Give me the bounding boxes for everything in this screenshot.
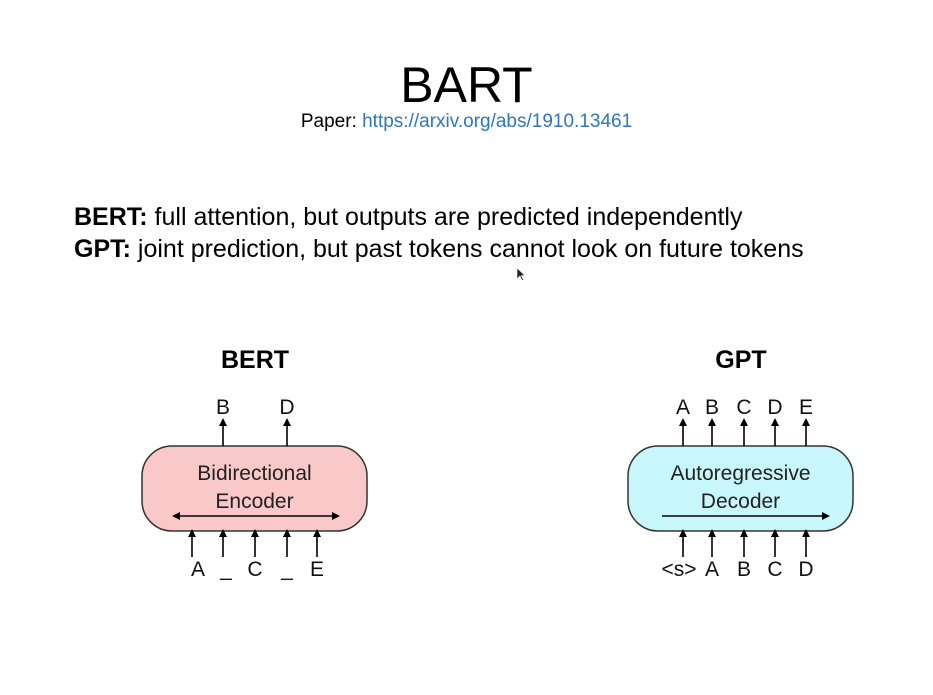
- bert-box-line1: Bidirectional: [197, 462, 312, 485]
- bullet-gpt-text: joint prediction, but past tokens cannot…: [130, 235, 804, 263]
- gpt-output-token: E: [798, 396, 813, 419]
- bert-diagram-title: BERT: [220, 346, 290, 374]
- paper-link[interactable]: https://arxiv.org/abs/1910.13461: [362, 111, 632, 132]
- bullet-gpt-term: GPT:: [74, 235, 131, 263]
- bert-output-token: D: [279, 396, 295, 419]
- gpt-input-token: D: [798, 558, 814, 581]
- gpt-box-line2: Decoder: [700, 490, 781, 513]
- bullet-gpt: GPT: joint prediction, but past tokens c…: [74, 234, 804, 264]
- paper-label: Paper:: [300, 111, 363, 132]
- bert-input-token: E: [309, 558, 324, 581]
- mouse-cursor-icon: [517, 268, 525, 281]
- slide-title: BART: [400, 57, 533, 113]
- bert-box-line2: Encoder: [215, 490, 294, 513]
- bert-output-token: B: [215, 396, 230, 419]
- gpt-diagram-title: GPT: [715, 346, 767, 374]
- paper-reference: Paper: https://arxiv.org/abs/1910.13461: [0, 111, 933, 133]
- bullet-bert-text: full attention, but outputs are predicte…: [147, 203, 743, 231]
- gpt-box-line1: Autoregressive: [670, 462, 811, 485]
- bullet-bert-term: BERT:: [74, 203, 148, 231]
- bullet-bert: BERT: full attention, but outputs are pr…: [74, 202, 742, 232]
